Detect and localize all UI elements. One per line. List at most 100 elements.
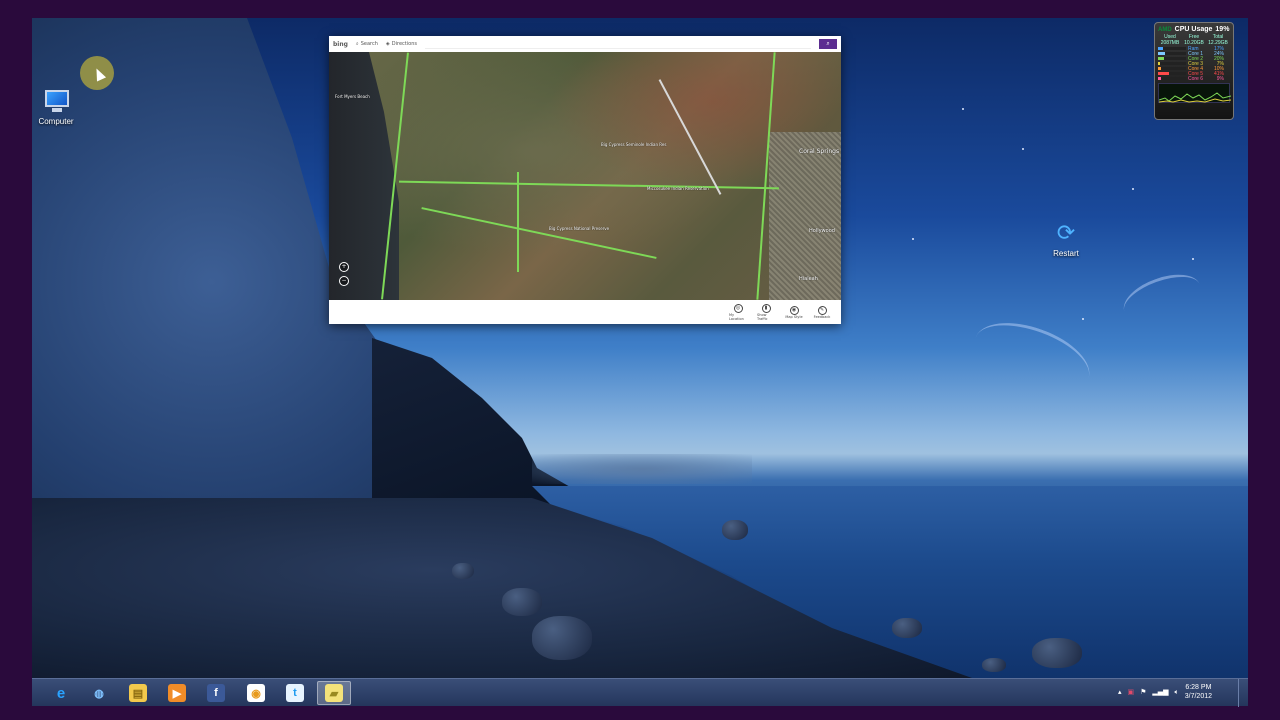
tray-clock[interactable]: 6:28 PM 3/7/2012	[1185, 683, 1212, 701]
wallpaper-rock	[722, 520, 748, 540]
taskbar-internet-explorer[interactable]: e	[44, 681, 78, 705]
map-road	[421, 207, 657, 259]
desktop-icon-label: Computer	[38, 117, 74, 126]
search-go-icon: ⌕	[826, 40, 830, 47]
cpu-history-graph	[1158, 83, 1232, 103]
map-style-icon: ◉	[789, 305, 799, 315]
cpu-total-percent: 19%	[1215, 26, 1230, 33]
appbar-label: Show Traffic	[757, 312, 768, 321]
feedback-icon: ✎	[817, 305, 827, 315]
taskbar-twitter[interactable]: t	[278, 681, 312, 705]
appbar-label: My Location	[729, 312, 744, 321]
wallpaper-fog	[532, 454, 752, 484]
traffic-icon: ▮	[761, 303, 771, 313]
taskbar: e ◍ ▤ ▶ f ◉ t ▰ ▴ ▣ ⚑ ▂▄▆ 🔈︎ 6:28 PM 3/7…	[32, 678, 1248, 707]
wallpaper-star	[1132, 188, 1134, 190]
cpu-bar-track	[1158, 62, 1186, 65]
desktop-icon-computer[interactable]: Computer	[32, 90, 91, 126]
twitter-icon: t	[286, 684, 304, 702]
computer-icon	[41, 90, 71, 114]
music-icon: ◉	[247, 684, 265, 702]
show-traffic-button[interactable]: ▮ Show Traffic	[757, 303, 775, 321]
map-urban-area	[769, 132, 841, 300]
my-location-button[interactable]: ◎ My Location	[729, 303, 747, 321]
wallpaper-rock	[502, 588, 542, 616]
wallpaper-star	[912, 238, 914, 240]
cpu-bar-track	[1158, 77, 1186, 80]
wallpaper-star	[1022, 148, 1024, 150]
appbar-label: Map Style	[785, 314, 803, 319]
cpu-bar-track	[1158, 47, 1186, 50]
wallpaper-star	[1082, 318, 1084, 320]
cpu-bar-fill	[1158, 72, 1170, 75]
appbar-label: Feedback	[813, 314, 831, 319]
map-label: Big Cypress Seminole Indian Res	[601, 142, 667, 147]
cpu-history-svg	[1158, 92, 1232, 103]
taskbar-music[interactable]: ◉	[239, 681, 273, 705]
map-label: Hollywood	[809, 228, 835, 234]
maps-search-input[interactable]	[424, 40, 811, 49]
zoom-in-icon: +	[341, 263, 347, 270]
cpu-bar-percent: 9%	[1216, 75, 1224, 82]
map-style-button[interactable]: ◉ Map Style	[785, 305, 803, 319]
facebook-icon: f	[207, 684, 225, 702]
taskbar-maps[interactable]: ▰	[317, 681, 351, 705]
desktop[interactable]: Computer ⟳ Restart AMD CPU Usage 19% Use…	[32, 18, 1248, 678]
wallpaper-star	[1192, 258, 1194, 260]
wallpaper-rock	[1032, 638, 1082, 668]
zoom-out-icon: −	[341, 277, 347, 284]
taskbar-facebook[interactable]: f	[199, 681, 233, 705]
search-tab[interactable]: ⌕ Search	[356, 41, 378, 47]
cpu-bar-fill	[1158, 57, 1164, 60]
map-label: Fort Myers Beach	[335, 94, 370, 99]
desktop-icon-restart[interactable]: ⟳ Restart	[1031, 222, 1101, 259]
map-road	[399, 180, 779, 190]
zoom-out-button[interactable]: −	[339, 276, 349, 286]
network-icon[interactable]: ▂▄▆	[1152, 688, 1168, 696]
directions-tab[interactable]: ◈ Directions	[386, 41, 417, 47]
taskbar-media-player[interactable]: ▶	[160, 681, 194, 705]
gadget-tray-icon[interactable]: ▣	[1127, 688, 1134, 696]
action-center-flag-icon[interactable]: ⚑	[1140, 688, 1146, 696]
map-road	[517, 172, 519, 272]
cpu-bar-fill	[1158, 77, 1161, 80]
folder-icon: ▤	[129, 684, 147, 702]
cpu-bar-fill	[1158, 67, 1161, 70]
bing-maps-window[interactable]: bing ⌕ Search ◈ Directions ⌕ Fort Myers Be…	[329, 36, 841, 324]
wallpaper-rock	[982, 658, 1006, 672]
taskbar-file-explorer[interactable]: ▤	[121, 681, 155, 705]
amd-logo: AMD	[1158, 26, 1172, 33]
internet-explorer-icon: e	[56, 684, 66, 702]
cpu-usage-gadget[interactable]: AMD CPU Usage 19% Used Free Total 2087MB…	[1154, 22, 1234, 120]
zoom-in-button[interactable]: +	[339, 262, 349, 272]
taskbar-globe[interactable]: ◍	[82, 681, 116, 705]
media-player-icon: ▶	[168, 684, 186, 702]
show-hidden-icons-icon[interactable]: ▴	[1118, 688, 1122, 696]
system-tray: ▴ ▣ ⚑ ▂▄▆ 🔈︎ 6:28 PM 3/7/2012	[1118, 683, 1212, 701]
search-icon: ⌕	[355, 41, 359, 47]
maps-icon: ▰	[325, 684, 343, 702]
cpu-bar-fill	[1158, 47, 1163, 50]
cpu-bar-track	[1158, 67, 1186, 70]
wallpaper-cloud	[965, 309, 1099, 407]
map-view[interactable]: Fort Myers Beach Big Cypress Seminole In…	[329, 52, 841, 300]
map-label: Hialeah	[799, 276, 818, 282]
search-go-button[interactable]: ⌕	[819, 39, 837, 49]
maps-topbar: bing ⌕ Search ◈ Directions ⌕	[329, 36, 841, 52]
cpu-bar-track	[1158, 57, 1186, 60]
gadget-title: CPU Usage	[1174, 26, 1213, 33]
volume-icon[interactable]: 🔈︎	[1175, 688, 1179, 697]
cpu-bar-fill	[1158, 62, 1160, 65]
map-label: Miccosukee Indian Reservation	[647, 186, 709, 191]
cpu-bar-fill	[1158, 52, 1165, 55]
wallpaper-rock	[452, 563, 474, 579]
show-desktop-button[interactable]	[1238, 679, 1248, 707]
wallpaper-cloud	[1117, 265, 1207, 331]
maps-app-bar: ◎ My Location ▮ Show Traffic ◉ Map Style…	[329, 300, 841, 324]
gadget-header: AMD CPU Usage 19%	[1158, 26, 1230, 33]
cpu-bar-name: Core 6	[1188, 75, 1204, 82]
feedback-button[interactable]: ✎ Feedback	[813, 305, 831, 319]
directions-tab-label: Directions	[391, 41, 417, 47]
map-road	[658, 79, 722, 195]
clock-time: 6:28 PM	[1185, 684, 1212, 691]
